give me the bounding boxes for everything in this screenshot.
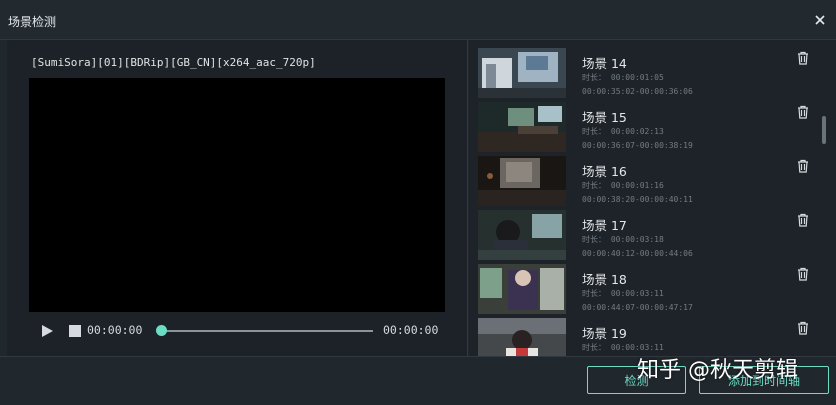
scrollbar-thumb[interactable] [822,116,826,144]
scene-thumbnail[interactable] [478,156,566,206]
progress-handle[interactable] [156,325,167,336]
scene-name: 场景 18 [582,272,627,287]
preview-panel: [SumiSora][01][BDRip][GB_CN][x264_aac_72… [7,40,468,356]
dialog-footer: 检测 添加到时间轴 [0,356,836,405]
video-filename: [SumiSora][01][BDRip][GB_CN][x264_aac_72… [31,56,316,69]
scene-list-scrollbar[interactable] [821,40,827,356]
close-icon[interactable] [812,12,828,28]
scene-duration: 时长： 00:00:01:05 [582,73,664,82]
play-icon[interactable] [39,323,55,339]
scene-name: 场景 14 [582,56,627,71]
detect-button[interactable]: 检测 [587,366,686,394]
scene-thumbnail[interactable] [478,264,566,314]
scene-thumbnail[interactable] [478,210,566,260]
video-preview[interactable] [29,78,445,312]
dialog-title: 场景检测 [8,15,57,29]
scene-item[interactable]: 场景 19 时长： 00:00:03:11 [478,318,818,356]
add-to-timeline-button[interactable]: 添加到时间轴 [699,366,829,394]
scene-name: 场景 17 [582,218,627,233]
trash-icon[interactable] [796,51,810,65]
scene-duration: 时长： 00:00:02:13 [582,127,664,136]
progress-track[interactable] [161,330,373,332]
current-time: 00:00:00 [87,323,143,337]
scene-thumbnail[interactable] [478,48,566,98]
title-bar: 场景检测 [0,0,836,40]
scene-duration: 时长： 00:00:03:18 [582,235,664,244]
trash-icon[interactable] [796,267,810,281]
scene-item[interactable]: 场景 17 时长： 00:00:03:18 00:00:40:12-00:00:… [478,210,818,260]
scene-item[interactable]: 场景 18 时长： 00:00:03:11 00:00:44:07-00:00:… [478,264,818,314]
scene-time-range: 00:00:44:07-00:00:47:17 [582,303,693,312]
scene-list: 场景 14 时长： 00:00:01:05 00:00:35:02-00:00:… [469,40,836,356]
scene-duration: 时长： 00:00:03:11 [582,289,664,298]
scene-time-range: 00:00:35:02-00:00:36:06 [582,87,693,96]
scene-duration: 时长： 00:00:03:11 [582,343,664,352]
scene-detection-dialog: 场景检测 [SumiSora][01][BDRip][GB_CN][x264_a… [0,0,836,405]
scene-time-range: 00:00:36:07-00:00:38:19 [582,141,693,150]
trash-icon[interactable] [796,213,810,227]
scene-item[interactable]: 场景 15 时长： 00:00:02:13 00:00:36:07-00:00:… [478,102,818,152]
total-time: 00:00:00 [383,323,439,337]
scene-item[interactable]: 场景 14 时长： 00:00:01:05 00:00:35:02-00:00:… [478,48,818,98]
scene-thumbnail[interactable] [478,318,566,356]
scene-name: 场景 15 [582,110,627,125]
scene-thumbnail[interactable] [478,102,566,152]
trash-icon[interactable] [796,105,810,119]
scene-name: 场景 16 [582,164,627,179]
playback-controls: 00:00:00 00:00:00 [29,320,445,342]
scene-duration: 时长： 00:00:01:16 [582,181,664,190]
stop-icon[interactable] [67,323,83,339]
trash-icon[interactable] [796,321,810,335]
scene-time-range: 00:00:40:12-00:00:44:06 [582,249,693,258]
trash-icon[interactable] [796,159,810,173]
scene-item[interactable]: 场景 16 时长： 00:00:01:16 00:00:38:20-00:00:… [478,156,818,206]
scene-time-range: 00:00:38:20-00:00:40:11 [582,195,693,204]
scene-name: 场景 19 [582,326,627,341]
